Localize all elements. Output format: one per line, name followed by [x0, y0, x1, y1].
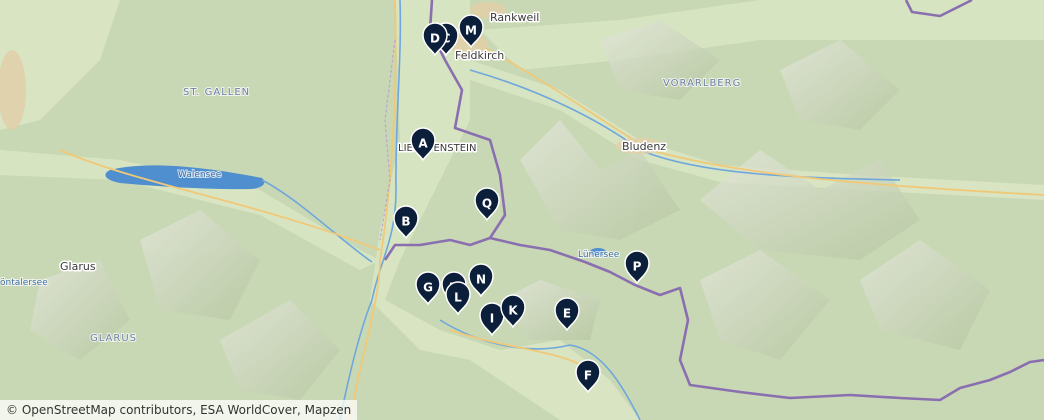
map-canvas[interactable]: Rankweil Feldkirch Bludenz LIECHTENSTEIN… [0, 0, 1044, 420]
marker-letter: A [418, 137, 428, 151]
marker-letter: Q [482, 197, 492, 211]
marker-letter: N [476, 273, 486, 287]
map-attribution[interactable]: © OpenStreetMap contributors, ESA WorldC… [0, 400, 358, 420]
region-label-glarus: GLARUS [90, 333, 137, 344]
marker-letter: I [490, 312, 494, 326]
marker-letter: D [430, 32, 440, 46]
marker-letter: K [508, 304, 518, 318]
marker-letter: G [423, 281, 433, 295]
region-label-vorarlberg: VORARLBERG [663, 78, 741, 89]
marker-letter: B [401, 215, 410, 229]
marker-letter: L [454, 291, 462, 305]
place-label-glarus: Glarus [60, 260, 96, 273]
region-label-st-gallen: ST. GALLEN [183, 87, 250, 98]
place-label-feldkirch: Feldkirch [455, 49, 504, 62]
place-label-rankweil: Rankweil [490, 11, 539, 24]
lake-label-walensee: Walensee [178, 170, 222, 180]
place-label-liechtenstein: LIECHTENSTEIN [398, 143, 476, 154]
marker-letter: M [465, 24, 477, 38]
lake-label-luenersee: Lünersee [578, 250, 620, 260]
marker-letter: E [563, 307, 571, 321]
lake-label-kloentalersee: öntalersee [0, 278, 48, 288]
marker-letter: F [584, 369, 592, 383]
marker-letter: P [633, 260, 642, 274]
place-label-bludenz: Bludenz [622, 140, 666, 153]
